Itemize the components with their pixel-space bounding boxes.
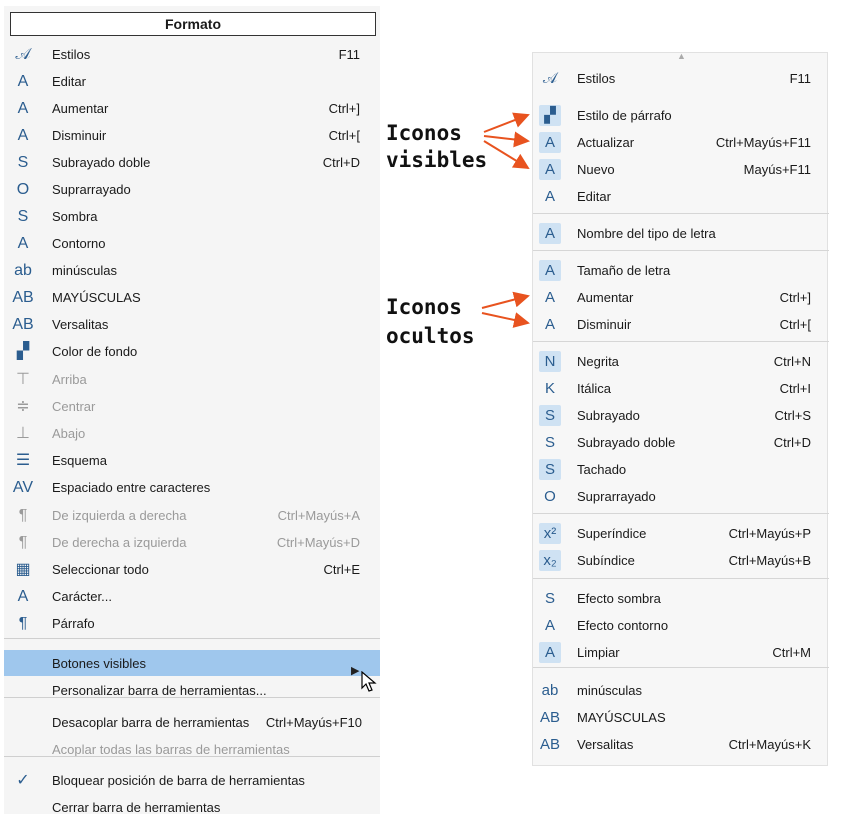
overline-icon: O: [544, 488, 556, 505]
submenu-item-shortcut: Ctrl+S: [774, 408, 811, 423]
submenu-item-shortcut: Ctrl+I: [779, 381, 811, 396]
subscript-icon: x₂: [539, 550, 561, 571]
submenu-item[interactable]: A Aumentar Ctrl+]: [533, 284, 829, 311]
submenu-item-label: Editar: [577, 189, 611, 204]
submenu-item-label: Limpiar: [577, 645, 620, 660]
submenu-item[interactable]: A Nuevo Mayús+F11: [533, 156, 829, 183]
submenu-item-label: Efecto contorno: [577, 618, 669, 633]
submenu-item[interactable]: A Limpiar Ctrl+M: [533, 639, 829, 666]
outline-icon: A: [544, 617, 555, 634]
submenu-item[interactable]: S Subrayado doble Ctrl+D: [533, 429, 829, 456]
update-style-icon: A: [539, 132, 561, 153]
submenu-item-shortcut: Ctrl+Mayús+F11: [715, 135, 811, 150]
submenu-item[interactable]: S Efecto sombra: [533, 585, 829, 612]
submenu-separator: [533, 578, 829, 579]
submenu-item-label: Actualizar: [577, 135, 635, 150]
submenu-item-shortcut: Ctrl+Mayús+P: [728, 526, 811, 541]
submenu-item[interactable]: AB MAYÚSCULAS: [533, 704, 829, 731]
submenu-separator: [533, 341, 829, 342]
submenu-item-label: Nuevo: [577, 162, 615, 177]
small-caps-icon: AB: [539, 736, 560, 753]
submenu-item[interactable]: A Tamaño de letra: [533, 257, 829, 284]
submenu-separator: [533, 667, 829, 668]
submenu-item-shortcut: Ctrl+M: [772, 645, 811, 660]
clear-formatting-icon: A: [539, 642, 561, 663]
bold-icon: N: [539, 351, 561, 372]
arrow-to-paragraph-style: [483, 112, 530, 133]
arrow-to-update: [483, 131, 530, 148]
submenu-item[interactable]: A Disminuir Ctrl+[: [533, 311, 829, 338]
paragraph-style-icon: ▞: [539, 105, 561, 126]
submenu-item[interactable]: A Actualizar Ctrl+Mayús+F11: [533, 129, 829, 156]
submenu-item-label: Superíndice: [577, 526, 647, 541]
submenu-item-label: Tamaño de letra: [577, 263, 671, 278]
submenu-item-label: Subrayado doble: [577, 435, 676, 450]
submenu-item-shortcut: Ctrl+]: [779, 290, 811, 305]
submenu-item-label: Versalitas: [577, 737, 634, 752]
uppercase-icon: AB: [539, 709, 560, 726]
italic-icon: K: [544, 380, 555, 397]
font-size-icon: A: [539, 260, 561, 281]
submenu-item-shortcut: Ctrl+N: [773, 354, 811, 369]
submenu-item-label: Estilos: [577, 71, 616, 86]
new-style-icon: A: [539, 159, 561, 180]
submenu-item-label: Nombre del tipo de letra: [577, 226, 716, 241]
submenu-item-label: Tachado: [577, 462, 627, 477]
shrink-font-icon: A: [544, 316, 555, 333]
submenu-item[interactable]: 𝒜 Estilos F11: [533, 65, 829, 92]
submenu-item-label: Efecto sombra: [577, 591, 661, 606]
submenu-item-label: Subíndice: [577, 553, 635, 568]
superscript-icon: x²: [539, 523, 561, 544]
submenu-item[interactable]: S Tachado: [533, 456, 829, 483]
submenu-item[interactable]: AB Versalitas Ctrl+Mayús+K: [533, 731, 829, 758]
submenu-item-label: Negrita: [577, 354, 619, 369]
submenu-separator: [533, 213, 829, 214]
submenu-item[interactable]: A Efecto contorno: [533, 612, 829, 639]
submenu-item-label: Itálica: [577, 381, 611, 396]
submenu-item[interactable]: x² Superíndice Ctrl+Mayús+P: [533, 520, 829, 547]
submenu-item-shortcut: Ctrl+Mayús+K: [728, 737, 811, 752]
submenu-item[interactable]: S Subrayado Ctrl+S: [533, 402, 829, 429]
submenu-item-label: Suprarrayado: [577, 489, 656, 504]
submenu-item-shortcut: Ctrl+[: [779, 317, 811, 332]
arrow-to-decrease: [481, 312, 530, 328]
submenu-item[interactable]: A Nombre del tipo de letra: [533, 220, 829, 247]
submenu-separator: [533, 513, 829, 514]
lowercase-icon: ab: [541, 682, 559, 699]
font-name-icon: A: [539, 223, 561, 244]
submenu-item[interactable]: K Itálica Ctrl+I: [533, 375, 829, 402]
submenu-item-shortcut: Ctrl+Mayús+B: [728, 553, 811, 568]
submenu-item[interactable]: A Editar: [533, 183, 829, 210]
scroll-up-icon[interactable]: ▲: [677, 51, 686, 61]
shadow-icon: S: [544, 590, 555, 607]
submenu-item-shortcut: Mayús+F11: [743, 162, 811, 177]
submenu-item-label: Estilo de párrafo: [577, 108, 672, 123]
grow-font-icon: A: [544, 289, 555, 306]
visible-buttons-submenu: ▲ 𝒜 Estilos F11 ▞ Estilo de párrafo A Actualiz…: [532, 51, 829, 766]
arrow-to-increase: [481, 291, 530, 309]
submenu-item-label: MAYÚSCULAS: [577, 710, 666, 725]
styles-icon: 𝒜: [542, 70, 558, 87]
submenu-item[interactable]: ▞ Estilo de párrafo: [533, 102, 829, 129]
submenu-separator: [533, 250, 829, 251]
submenu-item-shortcut: F11: [789, 71, 811, 86]
submenu-item[interactable]: x₂ Subíndice Ctrl+Mayús+B: [533, 547, 829, 574]
submenu-item-label: Disminuir: [577, 317, 632, 332]
submenu-item[interactable]: N Negrita Ctrl+N: [533, 348, 829, 375]
underline-icon: S: [539, 405, 561, 426]
double-underline-icon: S: [544, 434, 555, 451]
submenu-item[interactable]: O Suprarrayado: [533, 483, 829, 510]
submenu-item[interactable]: ab minúsculas: [533, 677, 829, 704]
submenu-item-shortcut: Ctrl+D: [773, 435, 811, 450]
submenu-item-label: Subrayado: [577, 408, 640, 423]
arrow-to-new: [483, 140, 530, 170]
submenu-item-label: minúsculas: [577, 683, 643, 698]
strikethrough-icon: S: [539, 459, 561, 480]
edit-style-icon: A: [544, 188, 555, 205]
submenu-item-label: Aumentar: [577, 290, 634, 305]
